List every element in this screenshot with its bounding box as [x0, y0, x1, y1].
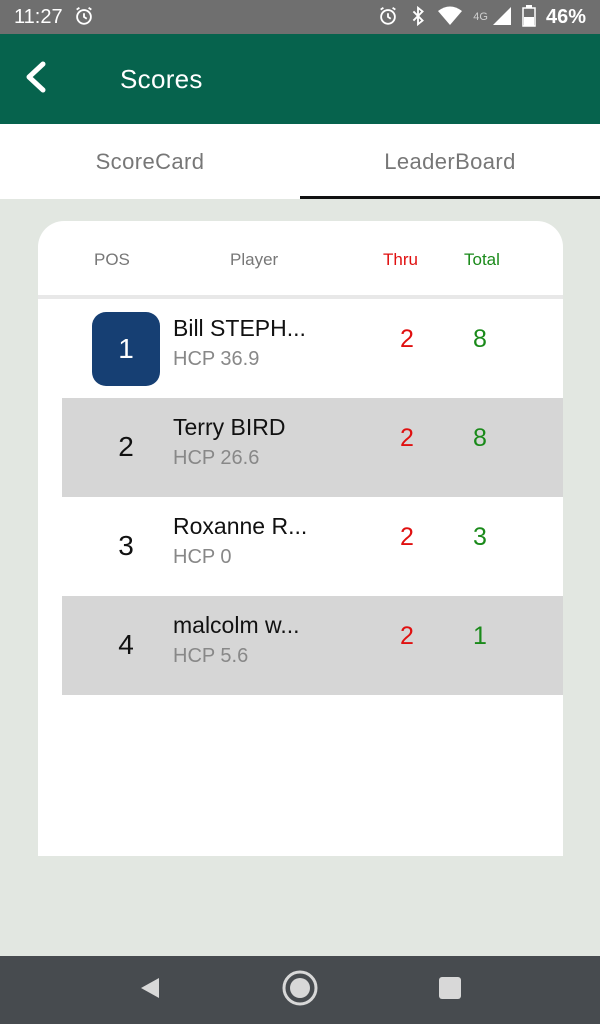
page-title: Scores [120, 63, 203, 94]
column-header-thru: Thru [383, 250, 418, 269]
system-nav-bar [0, 956, 600, 1024]
status-time: 11:27 [14, 5, 63, 28]
back-button[interactable] [6, 49, 66, 109]
column-header-total: Total [464, 250, 500, 269]
table-row[interactable]: 4 malcolm w... HCP 5.6 2 1 [62, 596, 563, 695]
total-value: 3 [473, 523, 487, 551]
position-badge-leader: 1 [92, 312, 160, 386]
player-name: Terry BIRD [173, 414, 286, 440]
leaderboard-rows: 1 Bill STEPH... HCP 36.9 2 8 2 Terry BIR… [38, 299, 563, 695]
circle-home-icon [280, 968, 320, 1013]
table-row[interactable]: 2 Terry BIRD HCP 26.6 2 8 [62, 398, 563, 497]
total-value: 1 [473, 622, 487, 650]
battery-icon [522, 4, 536, 30]
position-number: 4 [118, 629, 134, 660]
thru-value: 2 [400, 424, 414, 452]
total-value: 8 [473, 325, 487, 353]
alarm-icon [73, 5, 95, 30]
column-header-pos: POS [94, 250, 130, 269]
tab-bar: ScoreCard LeaderBoard [0, 124, 600, 199]
player-handicap: HCP 36.9 [173, 348, 260, 370]
triangle-back-icon [137, 975, 163, 1006]
square-recents-icon [437, 975, 463, 1006]
chevron-left-icon [22, 60, 50, 99]
position-number: 3 [118, 530, 134, 561]
thru-value: 2 [400, 523, 414, 551]
total-value: 8 [473, 424, 487, 452]
thru-value: 2 [400, 622, 414, 650]
nav-home-button[interactable] [274, 964, 326, 1016]
table-row[interactable]: 3 Roxanne R... HCP 0 2 3 [38, 497, 563, 596]
leaderboard-card: POS Player Thru Total 1 Bill STEPH... HC… [38, 221, 563, 856]
network-type-label: 4G [473, 10, 488, 23]
player-name: Bill STEPH... [173, 315, 306, 341]
battery-percentage: 46% [545, 5, 586, 28]
nav-recents-button[interactable] [424, 964, 476, 1016]
bluetooth-icon [409, 5, 427, 30]
player-handicap: HCP 26.6 [173, 447, 260, 469]
player-handicap: HCP 5.6 [173, 645, 249, 667]
player-name: malcolm w... [173, 612, 300, 638]
signal-icon [492, 6, 512, 29]
table-row[interactable]: 1 Bill STEPH... HCP 36.9 2 8 [38, 299, 563, 398]
tab-leaderboard[interactable]: LeaderBoard [300, 124, 600, 199]
table-header: POS Player Thru Total [38, 221, 563, 299]
tab-scorecard[interactable]: ScoreCard [0, 124, 300, 199]
thru-value: 2 [400, 325, 414, 353]
player-name: Roxanne R... [173, 513, 308, 539]
player-handicap: HCP 0 [173, 546, 232, 568]
status-bar: 11:27 4G 46% [0, 0, 600, 34]
position-number: 2 [118, 431, 134, 462]
alarm-icon [377, 5, 399, 30]
nav-back-button[interactable] [124, 964, 176, 1016]
wifi-icon [437, 6, 463, 29]
app-bar: Scores [0, 34, 600, 124]
column-header-player: Player [230, 250, 279, 269]
